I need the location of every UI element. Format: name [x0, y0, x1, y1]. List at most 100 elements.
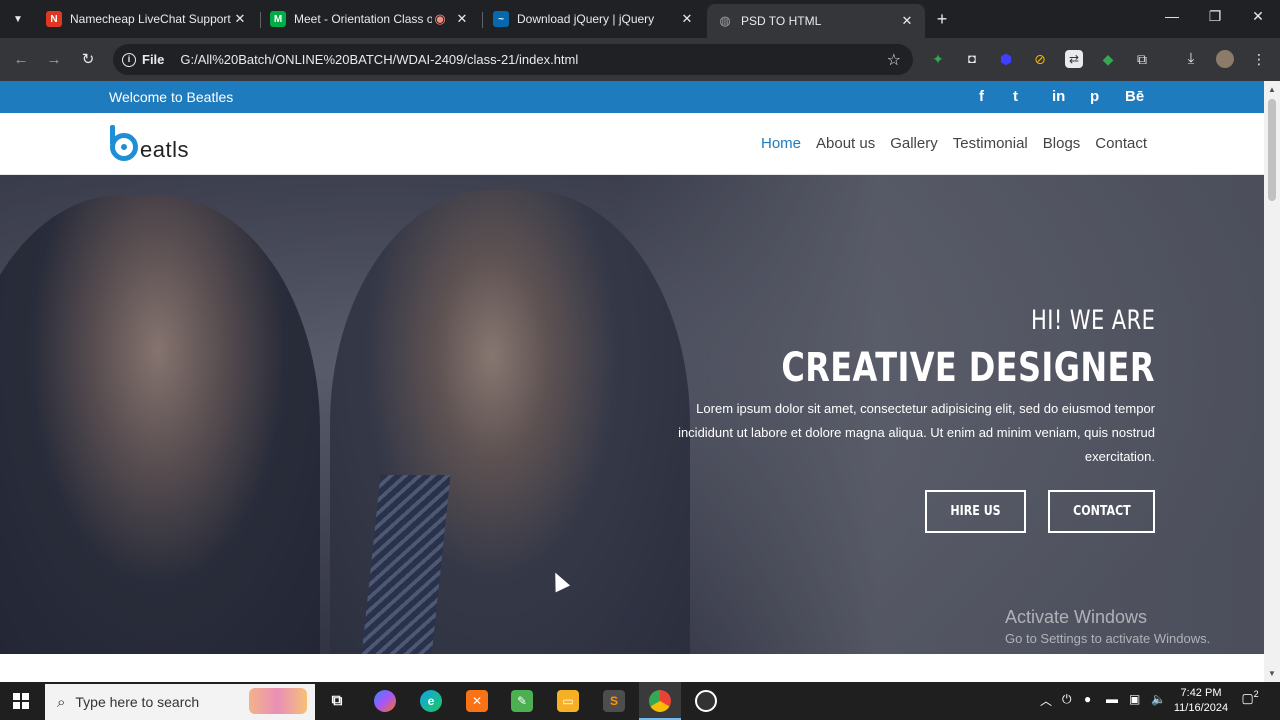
extension-eye-icon[interactable]: ◆	[1099, 50, 1117, 68]
new-tab-button[interactable]: +	[932, 9, 952, 29]
address-scheme: File	[142, 52, 165, 67]
notification-count: 2	[1253, 689, 1259, 699]
taskbar-search-placeholder: Type here to search	[75, 694, 200, 710]
top-info-bar: Welcome to Beatles f t in p Bē	[0, 81, 1264, 113]
edge-icon[interactable]: e	[420, 690, 442, 712]
watermark-line-2: Go to Settings to activate Windows.	[1005, 631, 1211, 646]
download-icon[interactable]: ⤓	[1182, 50, 1200, 68]
recording-dot-icon: ◉	[434, 11, 446, 26]
hero-subtitle: HI! WE ARE	[1030, 305, 1155, 336]
tab-title: Meet - Orientation Class of	[294, 12, 432, 26]
windows-start-icon[interactable]	[13, 693, 29, 709]
minimize-button[interactable]: —	[1157, 8, 1187, 24]
sublime-text-icon[interactable]: S	[603, 690, 625, 712]
tray-mic-icon[interactable]: ●	[1084, 692, 1091, 706]
tab-meet[interactable]: M Meet - Orientation Class of ◉ ✕	[260, 4, 480, 34]
bookmark-star-icon[interactable]: ☆	[887, 50, 901, 70]
menu-item-blogs[interactable]: Blogs	[1043, 135, 1081, 152]
extensions-puzzle-icon[interactable]: ⧉	[1133, 50, 1151, 68]
site-navbar: eatls Home About us Gallery Testimonial …	[0, 113, 1264, 175]
linkedin-icon[interactable]: in	[1052, 88, 1065, 105]
tray-battery-icon[interactable]: ▬	[1106, 692, 1118, 706]
task-view-icon[interactable]: ⧉	[326, 690, 348, 712]
hire-us-button[interactable]: HIRE US	[925, 490, 1026, 533]
taskbar-search-box[interactable]: ⌕ Type here to search	[45, 684, 315, 720]
reload-button[interactable]: ↻	[77, 49, 99, 71]
welcome-text: Welcome to Beatles	[109, 89, 234, 105]
tray-network-icon[interactable]: ▣	[1129, 692, 1140, 706]
menu-item-gallery[interactable]: Gallery	[890, 135, 938, 152]
tray-volume-icon[interactable]: 🔈	[1151, 692, 1166, 706]
address-bar[interactable]: i File G:/All%20Batch/ONLINE%20BATCH/WDA…	[113, 44, 913, 75]
xampp-icon[interactable]: ✕	[466, 690, 488, 712]
menu-item-testimonial[interactable]: Testimonial	[953, 135, 1028, 152]
notepad-plus-icon[interactable]: ✎	[511, 690, 533, 712]
tab-jquery[interactable]: ~ Download jQuery | jQuery ✕	[483, 4, 705, 34]
contact-label: CONTACT	[1072, 504, 1131, 519]
restore-button[interactable]: ❐	[1200, 8, 1230, 25]
hero-headline: CREATIVE DESIGNER	[781, 345, 1155, 391]
logo-ring	[110, 133, 138, 161]
extension-bird-icon[interactable]: ✦	[929, 50, 947, 68]
page-scrollbar[interactable]: ▲ ▼	[1264, 81, 1280, 682]
extension-link-icon[interactable]: ⊘	[1031, 50, 1049, 68]
scrollbar-thumb[interactable]	[1268, 99, 1276, 201]
scroll-up-arrow-icon[interactable]: ▲	[1268, 85, 1276, 94]
tray-usb-icon[interactable]: ⏻	[1062, 692, 1072, 707]
site-logo[interactable]: eatls	[109, 125, 199, 165]
main-menu: Home About us Gallery Testimonial Blogs …	[761, 135, 1147, 152]
forward-button[interactable]: →	[43, 49, 65, 71]
notification-center-icon[interactable]: ▢2	[1240, 689, 1260, 709]
menu-item-contact[interactable]: Contact	[1095, 135, 1147, 152]
clock-time: 7:42 PM	[1180, 687, 1222, 699]
twitter-icon[interactable]: t	[1013, 88, 1018, 105]
hire-us-label: HIRE US	[950, 504, 1001, 519]
info-icon[interactable]: i	[122, 52, 136, 67]
page-viewport: Welcome to Beatles f t in p Bē eatls Hom…	[0, 81, 1264, 682]
watermark-line-1: Activate Windows	[1005, 607, 1148, 627]
behance-icon[interactable]: Bē	[1125, 88, 1144, 105]
tab-close-icon[interactable]: ✕	[454, 11, 470, 27]
extension-screenshot-icon[interactable]: ⇄	[1065, 50, 1083, 68]
jquery-icon: ~	[493, 11, 509, 27]
copilot-icon[interactable]	[374, 690, 396, 712]
tray-chevron-icon[interactable]: ︿	[1040, 692, 1052, 709]
tab-close-icon[interactable]: ✕	[899, 13, 915, 29]
logo-word: eatls	[140, 137, 189, 162]
tab-psd-to-html[interactable]: ◍ PSD TO HTML ✕	[707, 4, 925, 38]
obs-recorder-icon[interactable]	[695, 690, 717, 712]
back-button[interactable]: ←	[10, 49, 32, 71]
taskbar-clock[interactable]: 7:42 PM 11/16/2024	[1166, 686, 1236, 716]
browser-menu-icon[interactable]: ⋮	[1250, 50, 1268, 68]
menu-item-about[interactable]: About us	[816, 135, 875, 152]
pinterest-icon[interactable]: p	[1090, 88, 1099, 105]
tab-title: PSD TO HTML	[741, 14, 822, 28]
meet-icon: M	[270, 11, 286, 27]
hero-banner: HI! WE ARE CREATIVE DESIGNER Lorem ipsum…	[0, 175, 1264, 654]
globe-icon: ◍	[719, 13, 731, 28]
tab-title: Download jQuery | jQuery	[517, 12, 655, 26]
tab-strip: ▼ N Namecheap LiveChat Support - ✕ M Mee…	[0, 0, 1280, 38]
tab-close-icon[interactable]: ✕	[232, 11, 248, 27]
address-url[interactable]: G:/All%20Batch/ONLINE%20BATCH/WDAI-2409/…	[180, 52, 578, 67]
namecheap-icon: N	[46, 11, 62, 27]
search-highlight-illustration	[249, 688, 307, 714]
tab-namecheap[interactable]: N Namecheap LiveChat Support - ✕	[36, 4, 258, 34]
clock-date: 11/16/2024	[1173, 702, 1229, 714]
hero-paragraph: Lorem ipsum dolor sit amet, consectetur …	[678, 401, 1155, 464]
search-icon: ⌕	[57, 693, 66, 711]
contact-button[interactable]: CONTACT	[1048, 490, 1155, 533]
profile-avatar[interactable]	[1216, 50, 1234, 68]
chrome-icon[interactable]	[649, 690, 671, 712]
scroll-down-arrow-icon[interactable]: ▼	[1268, 669, 1276, 678]
browser-toolbar: ← → ↻ i File G:/All%20Batch/ONLINE%20BAT…	[0, 38, 1280, 81]
camera-extension-icon[interactable]: ◘	[963, 50, 981, 68]
file-explorer-icon[interactable]: ▭	[557, 690, 579, 712]
tab-search-chevron-icon[interactable]: ▼	[6, 8, 30, 30]
facebook-icon[interactable]: f	[979, 88, 984, 105]
close-window-button[interactable]: ✕	[1243, 8, 1273, 25]
extension-hexagon-icon[interactable]: ⬢	[997, 50, 1015, 68]
activate-windows-watermark: Activate Windows Go to Settings to activ…	[1005, 607, 1210, 646]
tab-close-icon[interactable]: ✕	[679, 11, 695, 27]
menu-item-home[interactable]: Home	[761, 135, 801, 152]
